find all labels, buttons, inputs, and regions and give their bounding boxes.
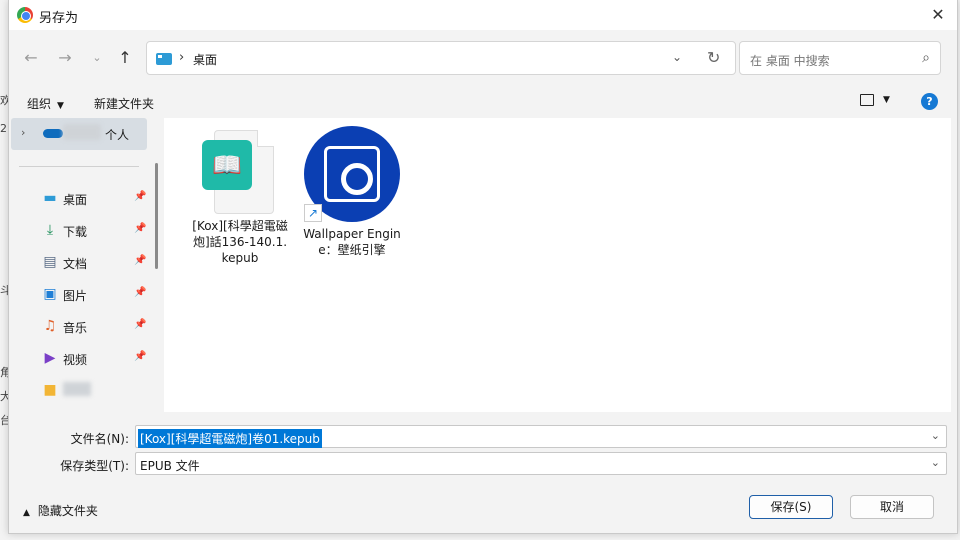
blurred-account-name [63, 124, 101, 140]
nav-item-label: 图片 [63, 289, 88, 303]
refresh-icon[interactable]: ↻ [707, 48, 720, 67]
file-item[interactable]: ↗ Wallpaper Engine：壁纸引擎 [302, 126, 402, 258]
wallpaper-engine-icon: ↗ [304, 126, 400, 222]
nav-scrollbar[interactable] [155, 163, 158, 269]
cancel-button[interactable]: 取消 [850, 495, 934, 519]
pin-icon: 📌 [134, 287, 147, 298]
view-options-icon[interactable] [860, 94, 874, 106]
search-box[interactable]: 在 桌面 中搜索 ⌕ [739, 41, 941, 75]
address-bar[interactable]: › 桌面 ⌄ ↻ [146, 41, 736, 75]
nav-item-label: 个人 [105, 128, 130, 142]
title-bar: 另存为 ✕ [9, 0, 957, 30]
file-item[interactable]: 📖 [Kox][科學超電磁炮]話136-140.1.kepub [190, 126, 290, 266]
nav-divider [19, 166, 139, 167]
save-button[interactable]: 保存(S) [749, 495, 833, 519]
window-title: 另存为 [39, 11, 79, 26]
hide-folders-label: 隐藏文件夹 [37, 504, 98, 518]
nav-item-downloads[interactable]: ⤓ 下载 📌 [9, 216, 149, 244]
nav-item-music[interactable]: ♫ 音乐 📌 [9, 312, 149, 340]
chevron-down-icon[interactable]: ⌄ [931, 429, 940, 442]
pin-icon: 📌 [134, 351, 147, 362]
filename-input[interactable]: [Kox][科學超電磁炮]卷01.kepub [138, 429, 322, 448]
pin-icon: 📌 [134, 223, 147, 234]
forward-arrow-icon[interactable]: → [55, 48, 75, 68]
new-folder-button[interactable]: 新建文件夹 [94, 95, 154, 112]
search-input[interactable]: 在 桌面 中搜索 [750, 52, 830, 69]
chevron-up-icon: ▲ [23, 508, 30, 518]
desktop-icon [156, 53, 172, 65]
file-name: Wallpaper Engine：壁纸引擎 [303, 227, 401, 257]
onedrive-cloud-icon [43, 129, 63, 138]
breadcrumb-chevron-icon[interactable]: › [179, 50, 184, 65]
filetype-label: 保存类型(T): [60, 459, 129, 473]
video-icon: ▶ [44, 350, 56, 366]
close-button[interactable]: ✕ [927, 4, 949, 26]
navigation-pane: › 个人 ▬ 桌面 📌 ⤓ 下载 📌 ▤ 文档 📌 ▣ 图片 📌 ♫ 音乐 📌 … [9, 118, 164, 412]
organize-label: 组织 [27, 97, 52, 111]
chevron-right-icon[interactable]: › [21, 126, 25, 139]
chevron-down-icon: ▼ [57, 101, 64, 111]
save-as-dialog: 另存为 ✕ ← → ⌄ ↑ › 桌面 ⌄ ↻ 在 桌面 中搜索 ⌕ 组织 ▼ 新建… [8, 0, 958, 534]
breadcrumb-desktop[interactable]: 桌面 [193, 51, 217, 68]
back-arrow-icon[interactable]: ← [21, 48, 41, 68]
download-icon: ⤓ [46, 222, 54, 238]
organize-button[interactable]: 组织 ▼ [27, 95, 64, 112]
nav-item-videos[interactable]: ▶ 视频 📌 [9, 344, 149, 372]
nav-item-label: 桌面 [63, 193, 88, 207]
filetype-value: EPUB 文件 [140, 459, 200, 473]
address-dropdown-icon[interactable]: ⌄ [672, 50, 682, 64]
pictures-icon: ▣ [43, 286, 57, 302]
file-name: [Kox][科學超電磁炮]話136-140.1.kepub [192, 219, 288, 265]
folder-icon: ■ [43, 382, 57, 398]
nav-item-label: 音乐 [63, 321, 88, 335]
filename-field[interactable]: [Kox][科學超電磁炮]卷01.kepub ⌄ [135, 425, 947, 448]
blurred-folder-name [63, 382, 91, 396]
filetype-select[interactable]: EPUB 文件 ⌄ [135, 452, 947, 475]
file-list: 📖 [Kox][科學超電磁炮]話136-140.1.kepub ↗ Wallpa… [164, 118, 951, 412]
music-icon: ♫ [43, 318, 57, 334]
shortcut-arrow-icon: ↗ [304, 204, 322, 222]
nav-item-folder[interactable]: ■ [9, 376, 149, 404]
up-arrow-icon[interactable]: ↑ [115, 48, 135, 68]
nav-item-label: 文档 [63, 257, 88, 271]
nav-item-label: 视频 [63, 353, 88, 367]
nav-item-label: 下载 [63, 225, 88, 239]
nav-item-documents[interactable]: ▤ 文档 📌 [9, 248, 149, 276]
filename-label: 文件名(N): [70, 432, 129, 446]
background-text: 2 [0, 122, 7, 135]
nav-item-desktop[interactable]: ▬ 桌面 📌 [9, 184, 149, 212]
hide-folders-toggle[interactable]: ▲ 隐藏文件夹 [23, 502, 98, 519]
chevron-down-icon[interactable]: ⌄ [931, 456, 940, 469]
recent-locations-chevron-icon[interactable]: ⌄ [87, 48, 107, 68]
search-icon[interactable]: ⌕ [922, 50, 930, 66]
nav-item-onedrive[interactable]: › 个人 [11, 118, 147, 150]
kepub-file-icon: 📖 [202, 126, 278, 214]
chrome-icon [17, 7, 33, 23]
desktop-icon: ▬ [43, 190, 57, 206]
chevron-down-icon[interactable]: ▼ [883, 95, 890, 105]
pin-icon: 📌 [134, 319, 147, 330]
document-icon: ▤ [43, 254, 57, 270]
pin-icon: 📌 [134, 191, 147, 202]
nav-item-pictures[interactable]: ▣ 图片 📌 [9, 280, 149, 308]
help-icon[interactable]: ? [921, 93, 938, 110]
pin-icon: 📌 [134, 255, 147, 266]
